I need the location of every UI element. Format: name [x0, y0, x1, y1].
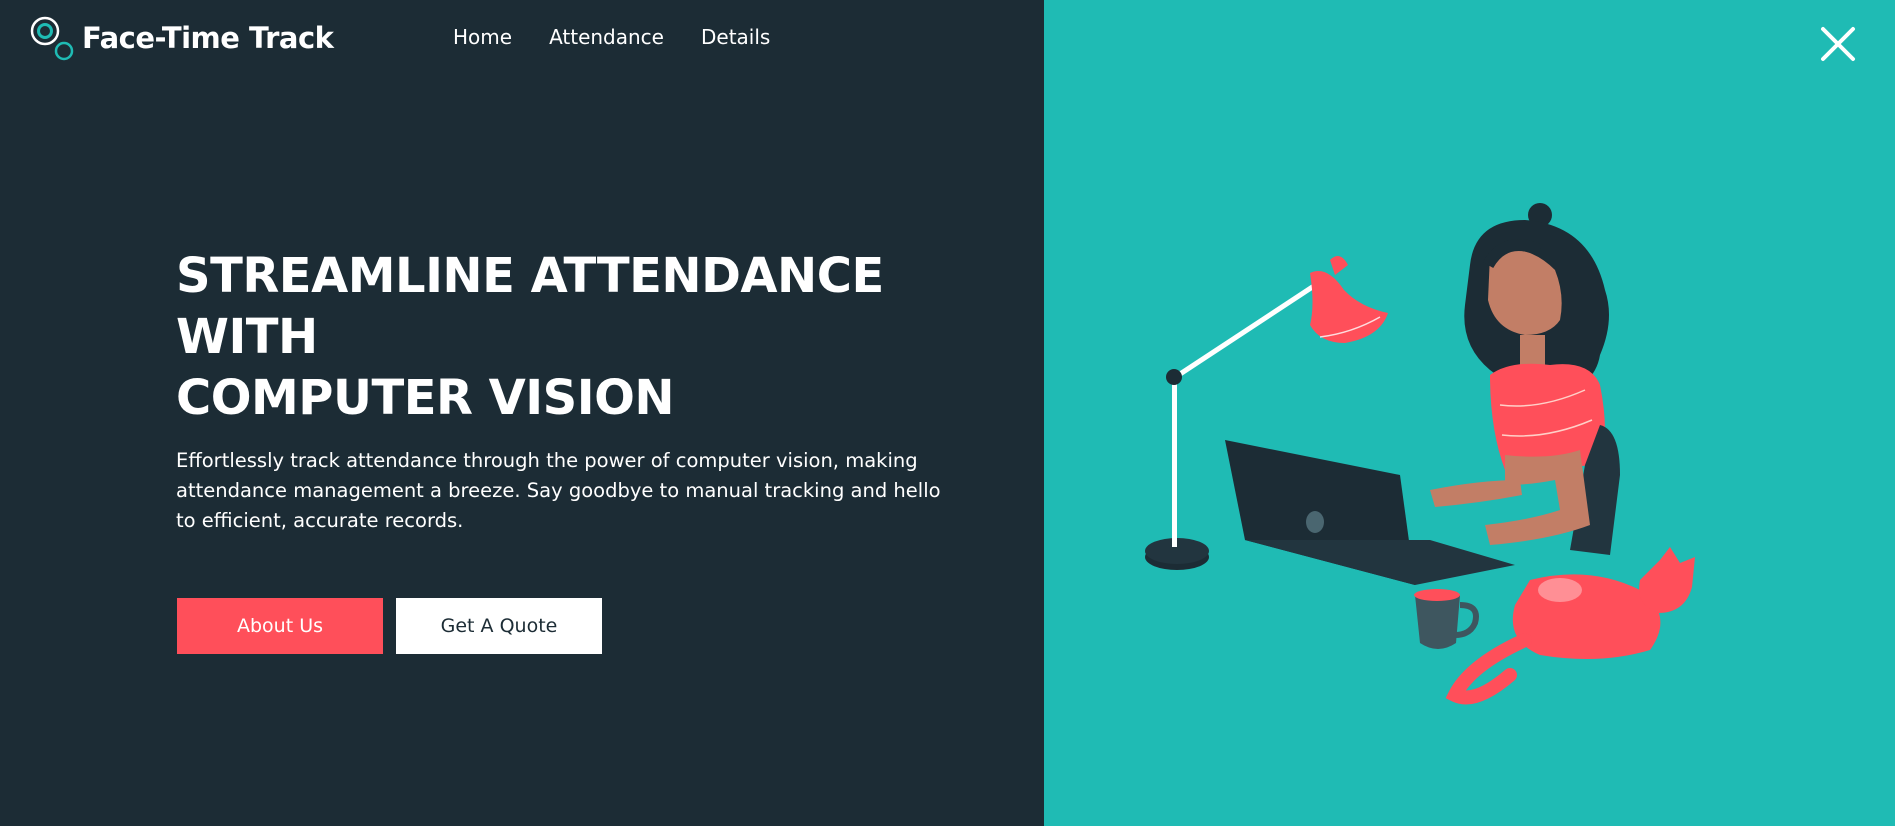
main-nav: Home Attendance Details — [453, 25, 807, 49]
double-circle-logo-icon — [30, 14, 76, 62]
brand-name: Face-Time Track — [82, 21, 334, 55]
hero-title-line: WITH — [176, 309, 318, 365]
nav-attendance[interactable]: Attendance — [549, 25, 664, 49]
hero-title-line: STREAMLINE ATTENDANCE — [176, 248, 884, 304]
get-a-quote-button[interactable]: Get A Quote — [396, 598, 602, 654]
hero-title: STREAMLINE ATTENDANCE WITH COMPUTER VISI… — [176, 246, 936, 429]
about-us-button[interactable]: About Us — [177, 598, 383, 654]
close-icon[interactable] — [1818, 24, 1858, 64]
hero-description: Effortlessly track attendance through th… — [176, 449, 941, 532]
woman-figure — [1430, 203, 1620, 555]
laptop — [1225, 440, 1515, 585]
nav-home[interactable]: Home — [453, 25, 512, 49]
hero-title-line: COMPUTER VISION — [176, 370, 675, 426]
brand[interactable]: Face-Time Track — [30, 13, 334, 63]
coffee-mug — [1414, 589, 1479, 649]
nav-details[interactable]: Details — [701, 25, 770, 49]
woman-at-laptop-illustration — [1130, 195, 1730, 715]
